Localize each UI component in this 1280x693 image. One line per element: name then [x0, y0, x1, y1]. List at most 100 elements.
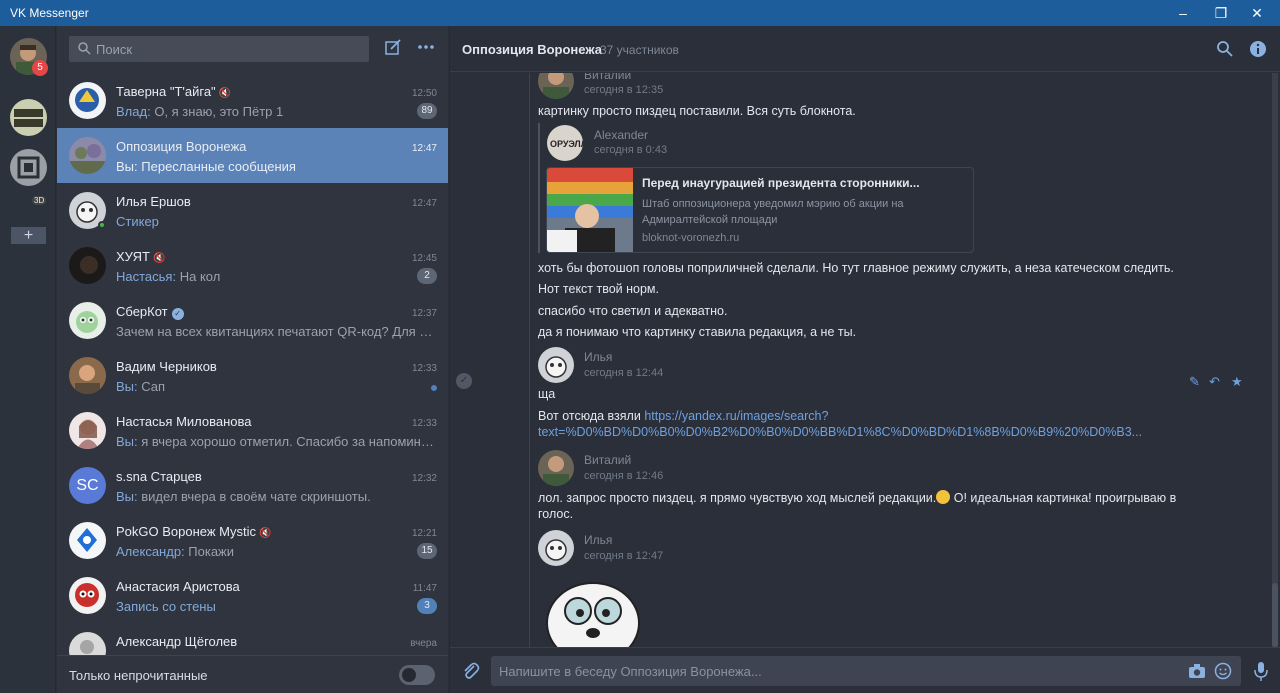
avatar: SC: [69, 467, 106, 504]
dialog-preview: Вы: Сап: [116, 379, 166, 394]
message-time: сегодня в 12:46: [584, 470, 664, 482]
dialog-name: Таверна "Т'айга" 🔇: [116, 84, 232, 99]
dialog-time: 12:21: [411, 528, 437, 539]
link-thumbnail: [547, 168, 633, 252]
avatar[interactable]: [538, 450, 574, 486]
muted-icon: 🔇: [218, 88, 232, 99]
dialog-name: Анастасия Аристова: [116, 579, 240, 594]
avatar: [69, 247, 106, 284]
message-text: хоть бы фотошоп головы поприличней сдела…: [538, 261, 1174, 275]
edit-icon[interactable]: ✎: [1189, 374, 1200, 390]
dialog-list: Таверна "Т'айга" 🔇 Влад: О, я знаю, это П…: [57, 73, 448, 655]
dialog-time: 12:50: [411, 88, 437, 99]
sender-name[interactable]: Илья: [584, 350, 612, 364]
dialog-item[interactable]: Александр Щёголев вчера: [57, 623, 448, 655]
laughing-emoji-icon: [936, 490, 951, 504]
dialog-item[interactable]: PokGO Воронеж Mystic 🔇 Александр: Покажи …: [57, 513, 448, 568]
avatar: [69, 137, 106, 174]
info-icon[interactable]: [1249, 40, 1267, 58]
app-title: VK Messenger: [10, 6, 89, 20]
select-check-icon[interactable]: ✓: [456, 373, 472, 389]
dialogs-panel: Поиск Таверна "Т'айга" 🔇 Влад: О, я знаю,…: [57, 26, 448, 693]
verified-icon: ✓: [171, 308, 184, 320]
more-icon[interactable]: [415, 38, 437, 60]
dialog-time: 12:45: [411, 253, 437, 264]
message-text: голос.: [538, 507, 574, 521]
avatar[interactable]: [538, 347, 574, 383]
unread-only-toggle[interactable]: [399, 665, 435, 685]
dialog-item[interactable]: ХУЯТ 🔇 Настасья: На кол 12:45 2: [57, 238, 448, 293]
dialog-time: 12:33: [411, 363, 437, 374]
message-text: спасибо что светил и адекватно.: [538, 304, 728, 318]
dialog-item[interactable]: Настасья Милованова Вы: я вчера хорошо о…: [57, 403, 448, 458]
dialog-preview: Вы: я вчера хорошо отметил. Спасибо за н…: [116, 434, 438, 449]
dialog-preview: Настасья: На кол: [116, 269, 221, 284]
attach-icon[interactable]: [460, 660, 482, 682]
forward-thread-line: [529, 73, 530, 647]
unread-count: 2: [417, 268, 437, 284]
chat-header: Оппозиция Воронежа 37 участников: [450, 26, 1280, 72]
link-source: bloknot-voronezh.ru: [642, 232, 740, 244]
dialog-name: PokGO Воронеж Mystic 🔇: [116, 524, 272, 539]
scrollbar[interactable]: [1272, 73, 1278, 647]
community-avatar-geek[interactable]: [10, 99, 47, 136]
message-input[interactable]: [499, 662, 1139, 680]
dialog-item[interactable]: СберКот ✓ Зачем на всех квитанциях печата…: [57, 293, 448, 348]
community-avatar-3d[interactable]: [10, 149, 47, 186]
message-link[interactable]: text=%D0%BD%D0%B0%D0%B2%D0%B0%D0%BB%D1%8…: [538, 425, 1142, 439]
message-text: картинку просто пиздец поставили. Вся су…: [538, 104, 856, 118]
dialog-name: Настасья Милованова: [116, 414, 252, 429]
participants-count[interactable]: 37 участников: [600, 43, 679, 57]
close-button[interactable]: ✕: [1234, 0, 1280, 26]
avatar: [69, 82, 106, 119]
message-input-box[interactable]: [491, 656, 1241, 686]
reply-icon[interactable]: ↶: [1209, 374, 1220, 390]
dialog-time: 12:47: [411, 143, 437, 154]
online-indicator: [98, 221, 106, 229]
dialog-name: Александр Щёголев: [116, 634, 238, 649]
message-link[interactable]: https://yandex.ru/images/search?: [644, 409, 828, 423]
dialog-preview: Зачем на всех квитанциях печатают QR-код…: [116, 324, 438, 339]
dialog-name: Оппозиция Воронежа: [116, 139, 247, 154]
dialog-item[interactable]: Оппозиция Воронежа Вы: Пересланные сообщ…: [57, 128, 448, 183]
dialog-preview: Вы: Пересланные сообщения: [116, 159, 296, 174]
microphone-icon[interactable]: [1251, 660, 1271, 682]
chat-title[interactable]: Оппозиция Воронежа: [462, 42, 602, 57]
search-placeholder: Поиск: [96, 42, 133, 57]
dialog-item[interactable]: Таверна "Т'айга" 🔇 Влад: О, я знаю, это П…: [57, 73, 448, 128]
dialog-time: вчера: [410, 638, 437, 649]
unread-count: 89: [417, 103, 437, 119]
sender-name[interactable]: Виталий: [584, 453, 631, 467]
camera-icon[interactable]: [1187, 662, 1207, 680]
dialog-item[interactable]: Анастасия Аристова Запись со стены 11:47…: [57, 568, 448, 623]
dialog-item[interactable]: Илья Ершов Стикер 12:47: [57, 183, 448, 238]
dialog-preview: Стикер: [116, 214, 159, 229]
avatar[interactable]: [538, 73, 574, 99]
search-box[interactable]: Поиск: [69, 36, 369, 62]
avatar[interactable]: ОРУЭЛЛ: [547, 125, 583, 161]
link-card[interactable]: Перед инаугурацией президента сторонники…: [546, 167, 974, 253]
avatar: [69, 412, 106, 449]
message-text: ща: [538, 387, 556, 401]
message-time: сегодня в 12:44: [584, 367, 664, 379]
forwarded-time: сегодня в 0:43: [594, 144, 668, 156]
forwarded-sender-name[interactable]: Alexander: [594, 128, 648, 142]
dialog-time: 12:47: [411, 198, 437, 209]
account-rail: 5 3D +: [0, 26, 56, 693]
search-icon: [77, 41, 91, 58]
add-account-button[interactable]: +: [11, 227, 46, 244]
scrollbar-thumb[interactable]: [1272, 583, 1278, 647]
sender-name[interactable]: Виталий: [584, 73, 631, 82]
message-history: Виталий сегодня в 12:35 картинку просто …: [450, 73, 1280, 647]
composer: [450, 647, 1280, 693]
dialog-item[interactable]: Вадим Черников Вы: Сап 12:33: [57, 348, 448, 403]
avatar: [69, 357, 106, 394]
dialog-item[interactable]: SC s.sna Старцев Вы: видел вчера в своём…: [57, 458, 448, 513]
favorite-icon[interactable]: ★: [1231, 374, 1243, 390]
compose-icon[interactable]: [382, 38, 404, 60]
avatar[interactable]: [538, 530, 574, 566]
sender-name[interactable]: Илья: [584, 533, 612, 547]
emoji-icon[interactable]: [1213, 662, 1233, 680]
search-icon[interactable]: [1216, 40, 1234, 58]
sticker-image[interactable]: [538, 573, 648, 647]
